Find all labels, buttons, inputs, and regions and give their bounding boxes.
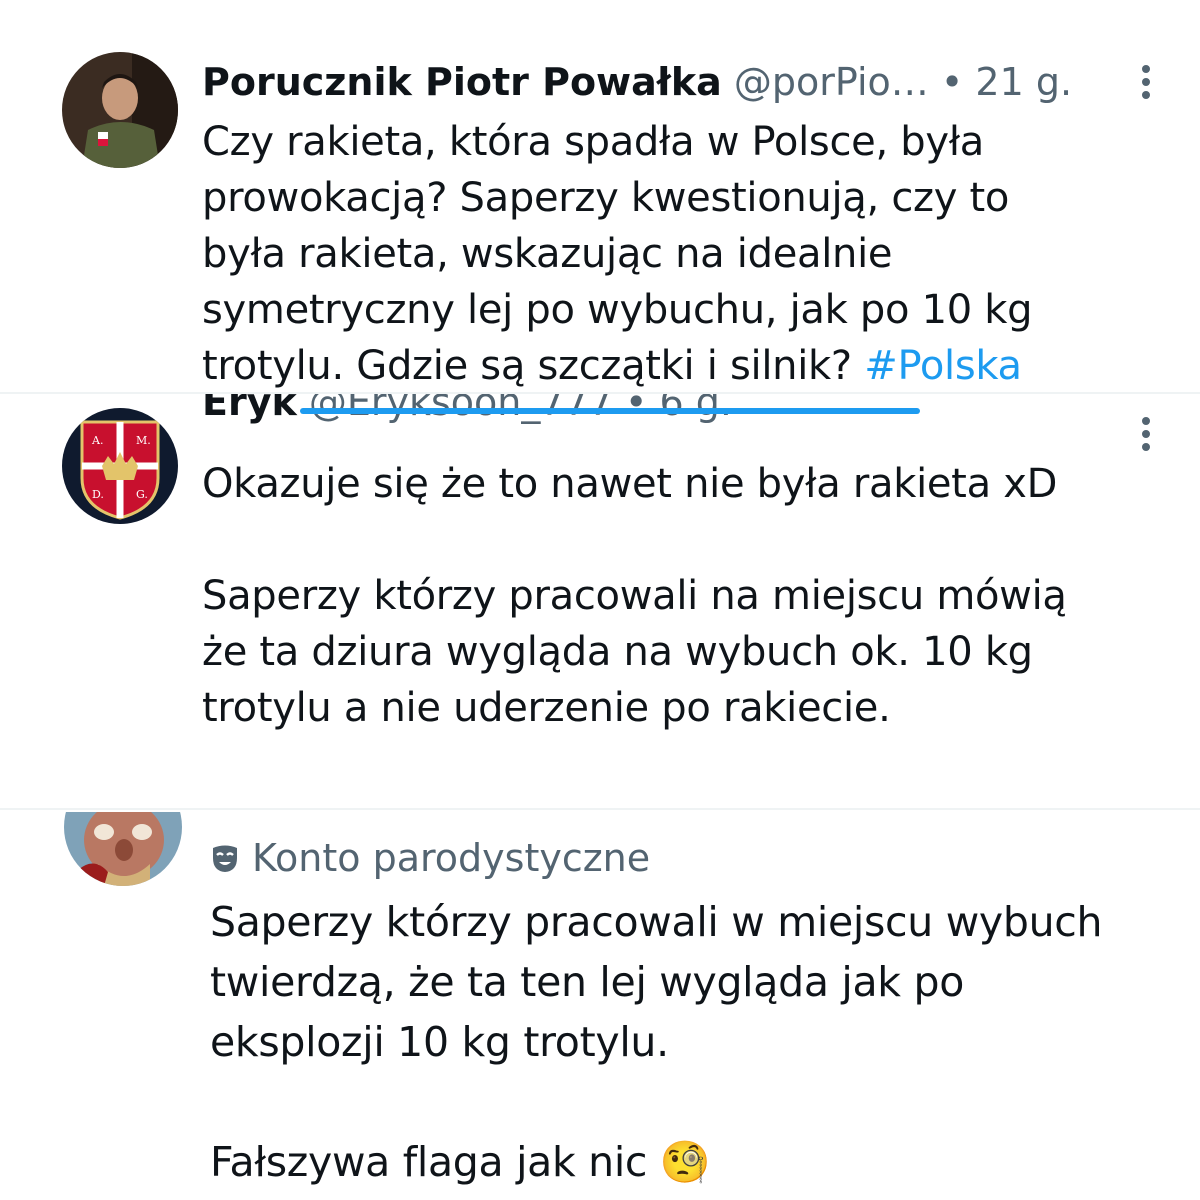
cut-header-fragment	[380, 812, 940, 814]
more-vertical-icon[interactable]	[1140, 414, 1152, 458]
theater-mask-icon	[210, 839, 240, 883]
avatar-soldier-photo	[62, 52, 178, 168]
avatar-parody[interactable]	[64, 812, 182, 886]
tweet-parody[interactable]: Konto parodystyczne Saperzy którzy praco…	[0, 812, 1200, 1200]
avatar-letter: A.	[91, 434, 103, 447]
tweet-eryk[interactable]: A. M. D. G. Eryk @Eryksoon_777 • 6 g. Ok…	[0, 394, 1200, 800]
author-handle[interactable]: @porPio…	[734, 60, 929, 104]
author-name[interactable]: Eryk	[202, 394, 297, 424]
tweet-text-main: Saperzy którzy pracowali w miejscu wybuc…	[210, 898, 1103, 1186]
emoji-monocle: 🧐	[659, 1138, 711, 1186]
more-vertical-icon[interactable]	[1140, 62, 1152, 106]
tweet-text: Okazuje się że to nawet nie była rakieta…	[202, 461, 1067, 731]
tweet-text: Czy rakieta, która spadła w Polsce, była…	[202, 114, 1182, 392]
author-name[interactable]: Porucznik Piotr Powałka	[202, 60, 722, 104]
avatar-letter: M.	[136, 434, 151, 447]
tweet-powalka[interactable]: Porucznik Piotr Powałka @porPio… • 21 g.…	[0, 0, 1200, 392]
avatar-letter: G.	[136, 488, 148, 501]
avatar-eryk[interactable]: A. M. D. G.	[62, 408, 178, 524]
parody-label: Konto parodystyczne	[252, 836, 651, 880]
separator-dot: •	[940, 60, 964, 104]
puppet-avatar-photo	[64, 812, 182, 886]
timestamp[interactable]: 21 g.	[975, 60, 1072, 104]
avatar-powalka[interactable]	[62, 52, 178, 168]
tweet-header: Porucznik Piotr Powałka @porPio… • 21 g.	[202, 60, 1072, 104]
coat-of-arms-icon: A. M. D. G.	[62, 408, 178, 524]
hashtag-link[interactable]: #Polska	[864, 343, 1022, 389]
parody-label-row: Konto parodystyczne	[210, 836, 650, 883]
avatar-letter: D.	[92, 488, 104, 501]
screenshot-collage: Porucznik Piotr Powałka @porPio… • 21 g.…	[0, 0, 1200, 1200]
tweet-text: Saperzy którzy pracowali w miejscu wybuc…	[210, 892, 1200, 1192]
crop-seam	[0, 808, 1200, 810]
scroll-highlight	[300, 408, 920, 414]
